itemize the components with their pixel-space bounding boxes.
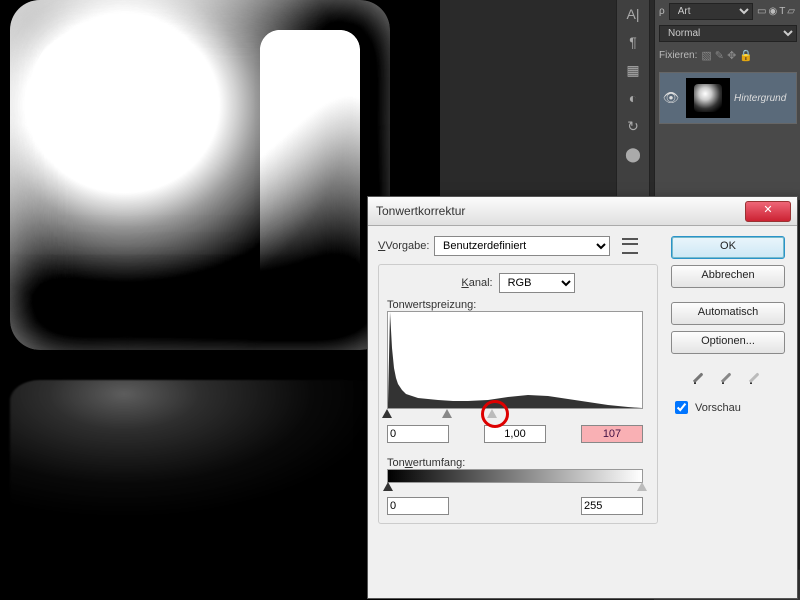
blend-mode-select[interactable]: Normal	[659, 25, 797, 42]
gray-eyedropper-icon[interactable]	[720, 368, 738, 386]
swatches-icon[interactable]: ▦	[617, 56, 649, 84]
preset-menu-icon[interactable]	[622, 238, 638, 254]
input-sliders[interactable]	[387, 409, 641, 421]
white-point-slider[interactable]	[487, 409, 497, 418]
input-white-field[interactable]	[581, 425, 643, 443]
cancel-button[interactable]: Abbrechen	[671, 265, 785, 288]
preset-select[interactable]: Benutzerdefiniert	[434, 236, 610, 256]
filter-kind-select[interactable]: Art	[669, 3, 753, 20]
preview-checkbox-input[interactable]	[675, 401, 688, 414]
input-levels-label: Tonwertspreizung:	[387, 299, 649, 311]
ice-reflection	[10, 380, 390, 520]
lock-icons[interactable]: ▧ ✎ ✥ 🔒	[701, 49, 753, 62]
input-levels-group: Kanal: RGB Tonwertspreizung:	[378, 264, 658, 524]
options-button[interactable]: Optionen...	[671, 331, 785, 354]
layers-panel: ρ Art ▭◉T▱ Normal Fixieren: ▧ ✎ ✥ 🔒 👁 Hi…	[654, 0, 800, 200]
visibility-icon[interactable]: 👁	[660, 90, 682, 106]
ice-cube-image	[10, 0, 390, 350]
close-button[interactable]: ✕	[745, 201, 791, 222]
output-gradient[interactable]	[387, 469, 643, 483]
kind-label: ρ	[659, 6, 665, 17]
adjustments-icon[interactable]: ◐	[617, 84, 649, 112]
output-white-slider[interactable]	[637, 482, 647, 491]
output-black-field[interactable]	[387, 497, 449, 515]
output-levels-label: Tonwertumfang:	[387, 457, 649, 469]
input-black-field[interactable]	[387, 425, 449, 443]
dialog-side-buttons: OK Abbrechen Automatisch Optionen... Vor…	[671, 236, 787, 417]
black-eyedropper-icon[interactable]	[692, 368, 710, 386]
lock-label: Fixieren:	[659, 50, 697, 61]
auto-button[interactable]: Automatisch	[671, 302, 785, 325]
levels-dialog: Tonwertkorrektur ✕ VVorgabe: Benutzerdef…	[367, 196, 798, 599]
layer-thumbnail[interactable]	[686, 78, 730, 118]
gamma-slider[interactable]	[442, 409, 452, 418]
filter-icons: ▭◉T▱	[757, 6, 797, 17]
ok-button[interactable]: OK	[671, 236, 785, 259]
preview-checkbox[interactable]: Vorschau	[671, 398, 787, 417]
preset-label: VVorgabe:	[378, 240, 428, 252]
type-icon[interactable]: A|	[617, 0, 649, 28]
histogram	[387, 311, 643, 409]
layer-row-background[interactable]: 👁 Hintergrund	[659, 72, 797, 124]
black-point-slider[interactable]	[382, 409, 392, 418]
dialog-title: Tonwertkorrektur	[376, 204, 465, 218]
input-gamma-field[interactable]	[484, 425, 546, 443]
channel-select[interactable]: RGB	[499, 273, 575, 293]
output-black-slider[interactable]	[383, 482, 393, 491]
color-icon[interactable]: ⬤	[617, 140, 649, 168]
output-white-field[interactable]	[581, 497, 643, 515]
history-icon[interactable]: ↻	[617, 112, 649, 140]
white-eyedropper-icon[interactable]	[748, 368, 766, 386]
paragraph-icon[interactable]: ¶	[617, 28, 649, 56]
layer-name[interactable]: Hintergrund	[734, 93, 786, 104]
dialog-titlebar[interactable]: Tonwertkorrektur ✕	[368, 197, 797, 226]
channel-label: Kanal:	[461, 277, 492, 289]
vertical-toolbar: A| ¶ ▦ ◐ ↻ ⬤	[616, 0, 650, 200]
